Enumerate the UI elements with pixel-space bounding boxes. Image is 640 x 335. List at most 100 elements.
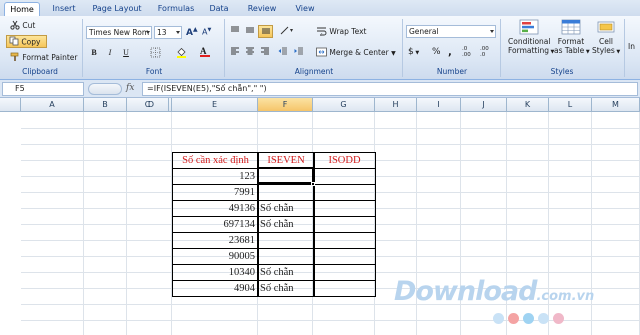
format-as-table-button[interactable]: Format as Table ▼: [554, 19, 590, 55]
table-cell-isodd[interactable]: [313, 264, 376, 281]
increase-indent-button[interactable]: [292, 46, 306, 59]
currency-button[interactable]: $ ▼: [408, 47, 419, 57]
table-cell-isodd[interactable]: [313, 168, 376, 185]
table-cell-isodd[interactable]: [313, 232, 376, 249]
table-cell-number[interactable]: 49136: [172, 200, 259, 217]
align-bottom-icon: [261, 28, 270, 34]
format-as-table-label-1: Format: [557, 37, 585, 46]
table-cell-number[interactable]: 23681: [172, 232, 259, 249]
conditional-formatting-label-1: Conditional: [508, 37, 551, 46]
copy-button[interactable]: Copy: [6, 35, 48, 48]
insert-cells-button[interactable]: In: [628, 42, 635, 51]
tab-review[interactable]: Review: [244, 2, 280, 16]
table-cell-number[interactable]: 697134: [172, 216, 259, 233]
font-size-select[interactable]: 13: [154, 26, 182, 39]
ribbon: Cut Copy Format Painter Clipboard Times …: [0, 16, 640, 80]
formula-bar: F5 fx =IF(ISEVEN(E5),"Số chẵn"," "): [0, 80, 640, 98]
column-header-h[interactable]: H: [375, 98, 417, 112]
copy-label: Copy: [21, 37, 41, 47]
tab-insert[interactable]: Insert: [46, 2, 82, 16]
table-cell-isodd[interactable]: [313, 280, 376, 297]
name-box[interactable]: F5: [2, 82, 84, 96]
merge-cells-icon: [316, 47, 327, 59]
bold-button[interactable]: B: [88, 46, 100, 59]
column-header-f[interactable]: F: [258, 98, 313, 112]
align-middle-button[interactable]: [243, 25, 257, 38]
column-header-l[interactable]: L: [549, 98, 592, 112]
percent-button[interactable]: %: [432, 47, 441, 57]
gridline-horizontal: [21, 128, 640, 129]
column-header-g[interactable]: G: [313, 98, 375, 112]
tab-home[interactable]: Home: [4, 2, 40, 16]
wrap-text-button[interactable]: Wrap Text: [316, 26, 366, 38]
cell-styles-button[interactable]: Cell Styles ▼: [592, 19, 620, 55]
table-cell-iseven[interactable]: [257, 184, 315, 201]
fill-handle[interactable]: [311, 182, 315, 186]
formula-input[interactable]: =IF(ISEVEN(E5),"Số chẵn"," "): [142, 82, 638, 96]
table-cell-number[interactable]: 90005: [172, 248, 259, 265]
align-top-button[interactable]: [228, 25, 242, 38]
tab-view[interactable]: View: [290, 2, 320, 16]
chevron-down-icon: [490, 30, 494, 33]
table-cell-iseven[interactable]: Số chẵn: [257, 200, 315, 217]
column-header-m[interactable]: M: [592, 98, 640, 112]
wrap-text-label: Wrap Text: [329, 27, 367, 36]
font-color-label: A: [200, 46, 207, 56]
column-header-a[interactable]: A: [21, 98, 84, 112]
watermark-dot: [538, 313, 549, 324]
number-group-label: Number: [436, 67, 468, 76]
table-cell-iseven[interactable]: Số chẵn: [257, 280, 315, 297]
decrease-indent-button[interactable]: [276, 46, 290, 59]
align-center-button[interactable]: [243, 46, 257, 59]
column-header-k[interactable]: K: [507, 98, 549, 112]
conditional-formatting-button[interactable]: Conditional Formatting ▼: [508, 19, 554, 55]
increase-decimal-button[interactable]: .0 .00: [462, 46, 476, 58]
cut-label: Cut: [22, 21, 36, 30]
number-format-select[interactable]: General: [406, 25, 496, 38]
column-header-b[interactable]: B: [84, 98, 127, 112]
insert-function-button[interactable]: fx: [126, 83, 134, 93]
comma-style-button[interactable]: ,: [448, 47, 452, 58]
font-name-select[interactable]: Times New Rom: [86, 26, 152, 39]
underline-button[interactable]: U: [120, 46, 132, 59]
merge-center-button[interactable]: Merge & Center ▼: [316, 47, 396, 59]
select-all-corner[interactable]: [0, 98, 21, 112]
orientation-button[interactable]: [276, 25, 298, 38]
grow-font-button[interactable]: A▲: [186, 26, 198, 38]
table-cell-iseven[interactable]: Số chẵn: [257, 216, 315, 233]
tab-formulas[interactable]: Formulas: [154, 2, 198, 16]
format-painter-button[interactable]: Format Painter: [10, 52, 77, 64]
table-cell-number[interactable]: 4904: [172, 280, 259, 297]
fill-color-button[interactable]: [176, 47, 187, 60]
italic-button[interactable]: I: [104, 46, 116, 59]
tab-page-layout[interactable]: Page Layout: [88, 2, 146, 16]
cut-button[interactable]: Cut: [10, 20, 35, 32]
table-icon: [561, 19, 581, 37]
table-header-isodd[interactable]: ISODD: [313, 152, 376, 169]
table-cell-isodd[interactable]: [313, 184, 376, 201]
column-header-e[interactable]: E: [172, 98, 258, 112]
table-cell-iseven[interactable]: [257, 232, 315, 249]
ribbon-separator: [82, 19, 83, 77]
align-center-icon: [246, 47, 254, 55]
shrink-font-button[interactable]: A▼: [202, 27, 211, 37]
font-color-button[interactable]: A: [200, 46, 210, 57]
align-right-button[interactable]: [258, 46, 272, 59]
active-cell-cursor[interactable]: [257, 167, 314, 184]
decrease-decimal-button[interactable]: .00 .0: [480, 46, 494, 58]
table-cell-isodd[interactable]: [313, 216, 376, 233]
table-cell-iseven[interactable]: Số chẵn: [257, 264, 315, 281]
table-cell-number[interactable]: 7991: [172, 184, 259, 201]
tab-data[interactable]: Data: [206, 2, 232, 16]
column-header-j[interactable]: J: [461, 98, 507, 112]
table-header-number[interactable]: Số cần xác định: [172, 152, 259, 169]
table-cell-iseven[interactable]: [257, 248, 315, 265]
align-left-button[interactable]: [228, 46, 242, 59]
borders-button[interactable]: [150, 47, 161, 60]
table-cell-isodd[interactable]: [313, 248, 376, 265]
column-header-i[interactable]: I: [417, 98, 461, 112]
table-cell-isodd[interactable]: [313, 200, 376, 217]
table-cell-number[interactable]: 123: [172, 168, 259, 185]
table-cell-number[interactable]: 10340: [172, 264, 259, 281]
align-bottom-button[interactable]: [258, 25, 273, 38]
